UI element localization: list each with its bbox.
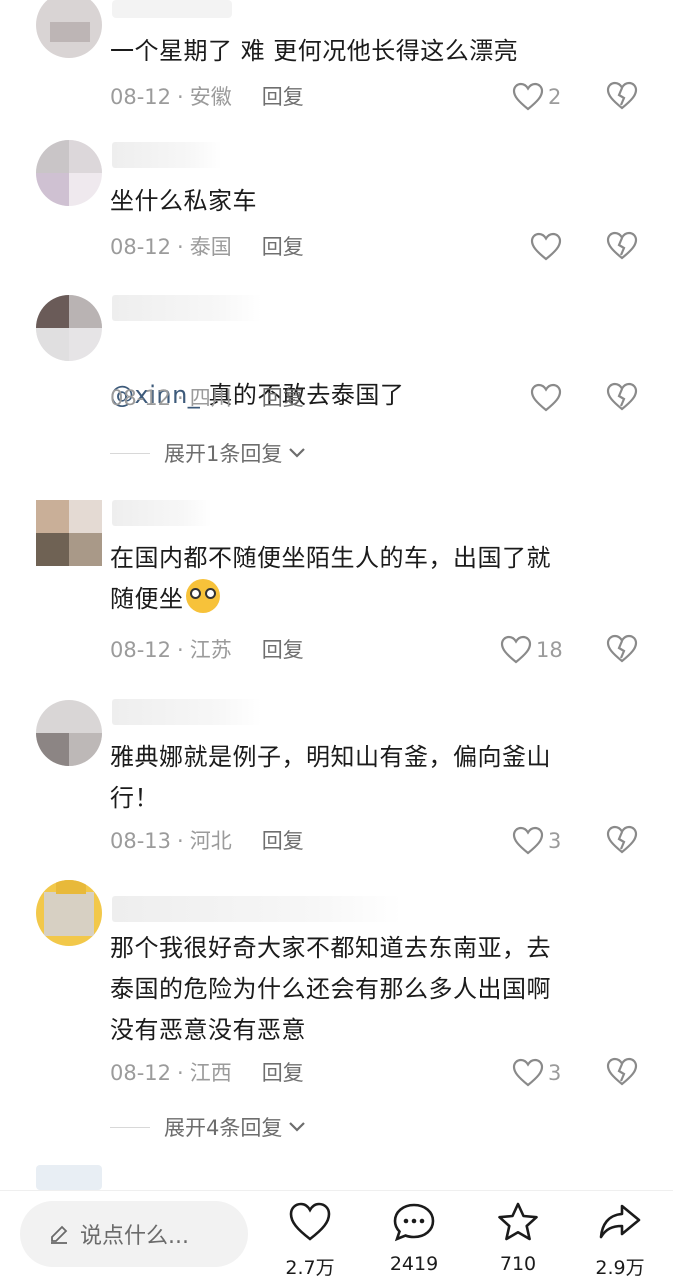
avatar[interactable] xyxy=(36,295,102,361)
favorite-count: 710 xyxy=(499,1253,537,1275)
like-button[interactable] xyxy=(530,230,562,264)
meta-dot: · xyxy=(177,1061,184,1085)
comment-date: 08-12 xyxy=(110,235,172,259)
divider xyxy=(110,452,150,454)
broken-heart-icon[interactable] xyxy=(606,1057,638,1087)
avatar[interactable] xyxy=(36,140,102,206)
meta-dot: · xyxy=(177,85,184,109)
meta-dot: · xyxy=(177,638,184,662)
comment-count: 2419 xyxy=(389,1253,439,1275)
meta-dot: · xyxy=(177,386,184,410)
comment-text: 雅典娜就是例子，明知山有釜，偏向釜山 行！ xyxy=(110,743,551,812)
expand-replies-button[interactable]: 展开1条回复 xyxy=(110,438,306,468)
heart-icon xyxy=(500,635,532,664)
expand-replies-button[interactable]: 展开4条回复 xyxy=(110,1112,306,1142)
like-button[interactable] xyxy=(530,381,562,415)
comment-date: 08-12 xyxy=(110,386,172,410)
username-blurred[interactable] xyxy=(112,295,262,321)
bottom-action-bar: 说点什么... 2.7万 2419 710 2.9万 xyxy=(0,1190,673,1281)
expand-replies-label: 展开4条回复 xyxy=(164,1116,283,1140)
reply-button[interactable]: 回复 xyxy=(262,1058,304,1088)
comment-meta: 08-12 · 泰国 回复 xyxy=(110,232,304,262)
comment-text: 坐什么私家车 xyxy=(110,187,257,215)
comment-date: 08-12 xyxy=(110,1061,172,1085)
reply-button[interactable]: 回复 xyxy=(262,383,304,413)
comment-region: 江西 xyxy=(189,1061,232,1085)
comment-meta: 08-12 · 安徽 回复 xyxy=(110,82,304,112)
comment-region: 河北 xyxy=(189,829,232,853)
comment-bubble-icon xyxy=(393,1203,435,1242)
meta-dot: · xyxy=(177,829,184,853)
heart-icon xyxy=(530,232,562,261)
like-count: 3 xyxy=(548,1061,562,1085)
like-button[interactable]: 18 xyxy=(500,633,563,667)
reply-button[interactable]: 回复 xyxy=(262,232,304,262)
avatar[interactable] xyxy=(36,0,102,58)
star-icon xyxy=(498,1202,538,1241)
comment-input-placeholder: 说点什么... xyxy=(80,1224,189,1249)
like-button[interactable]: 2 xyxy=(512,80,561,114)
comment-text: 在国内都不随便坐陌生人的车，出国了就 随便坐 xyxy=(110,538,623,620)
heart-icon xyxy=(512,82,544,111)
pencil-icon xyxy=(51,1225,68,1244)
comment-meta: 08-13 · 河北 回复 xyxy=(110,826,304,856)
like-count: 2.7万 xyxy=(285,1257,335,1279)
reply-button[interactable]: 回复 xyxy=(262,635,304,665)
comment-input[interactable]: 说点什么... xyxy=(20,1201,248,1267)
expand-replies-label: 展开1条回复 xyxy=(164,442,283,466)
comment-date: 08-13 xyxy=(110,829,172,853)
emoji-icon xyxy=(185,579,220,613)
heart-icon xyxy=(512,1058,544,1087)
broken-heart-icon[interactable] xyxy=(606,634,638,664)
comment-action-button[interactable]: 2419 xyxy=(374,1201,454,1275)
chevron-down-icon xyxy=(289,1122,306,1132)
comment-meta: 08-12 · 四川 回复 xyxy=(110,383,304,413)
share-action-button[interactable]: 2.9万 xyxy=(580,1201,660,1280)
comment-text: 一个星期了 难 更何况他长得这么漂亮 xyxy=(110,37,519,65)
comment-date: 08-12 xyxy=(110,638,172,662)
comment-region: 泰国 xyxy=(189,235,232,259)
share-arrow-icon xyxy=(599,1204,641,1239)
comment-text-body: 在国内都不随便坐陌生人的车，出国了就 随便坐 xyxy=(110,544,551,613)
divider xyxy=(110,1126,150,1128)
comment-text: 那个我很好奇大家不都知道去东南亚，去 泰国的危险为什么还会有那么多人出国啊 没有… xyxy=(110,934,551,1044)
username-blurred[interactable] xyxy=(112,896,402,922)
broken-heart-icon[interactable] xyxy=(606,231,638,261)
username-blurred[interactable] xyxy=(112,500,212,526)
like-button[interactable]: 3 xyxy=(512,824,561,858)
like-action-button[interactable]: 2.7万 xyxy=(270,1201,350,1280)
like-count: 18 xyxy=(536,638,563,662)
avatar[interactable] xyxy=(36,1165,102,1190)
username-blurred[interactable] xyxy=(112,699,262,725)
broken-heart-icon[interactable] xyxy=(606,825,638,855)
broken-heart-icon[interactable] xyxy=(606,382,638,412)
username-blurred[interactable] xyxy=(112,142,222,168)
avatar[interactable] xyxy=(36,700,102,766)
comment-meta: 08-12 · 江西 回复 xyxy=(110,1058,304,1088)
share-count: 2.9万 xyxy=(595,1257,645,1279)
like-count: 3 xyxy=(548,829,562,853)
chevron-down-icon xyxy=(289,448,306,458)
avatar[interactable] xyxy=(36,880,102,946)
comment-region: 四川 xyxy=(189,386,232,410)
avatar[interactable] xyxy=(36,500,102,566)
heart-icon xyxy=(289,1202,331,1241)
meta-dot: · xyxy=(177,235,184,259)
favorite-action-button[interactable]: 710 xyxy=(478,1201,558,1275)
broken-heart-icon[interactable] xyxy=(606,81,638,111)
comment-region: 江苏 xyxy=(189,638,232,662)
heart-icon xyxy=(512,826,544,855)
like-button[interactable]: 3 xyxy=(512,1056,561,1090)
comment-region: 安徽 xyxy=(189,85,232,109)
username-blurred[interactable] xyxy=(112,0,232,18)
like-count: 2 xyxy=(548,85,562,109)
comment-meta: 08-12 · 江苏 回复 xyxy=(110,635,304,665)
reply-button[interactable]: 回复 xyxy=(262,826,304,856)
reply-button[interactable]: 回复 xyxy=(262,82,304,112)
comment-date: 08-12 xyxy=(110,85,172,109)
heart-icon xyxy=(530,383,562,412)
